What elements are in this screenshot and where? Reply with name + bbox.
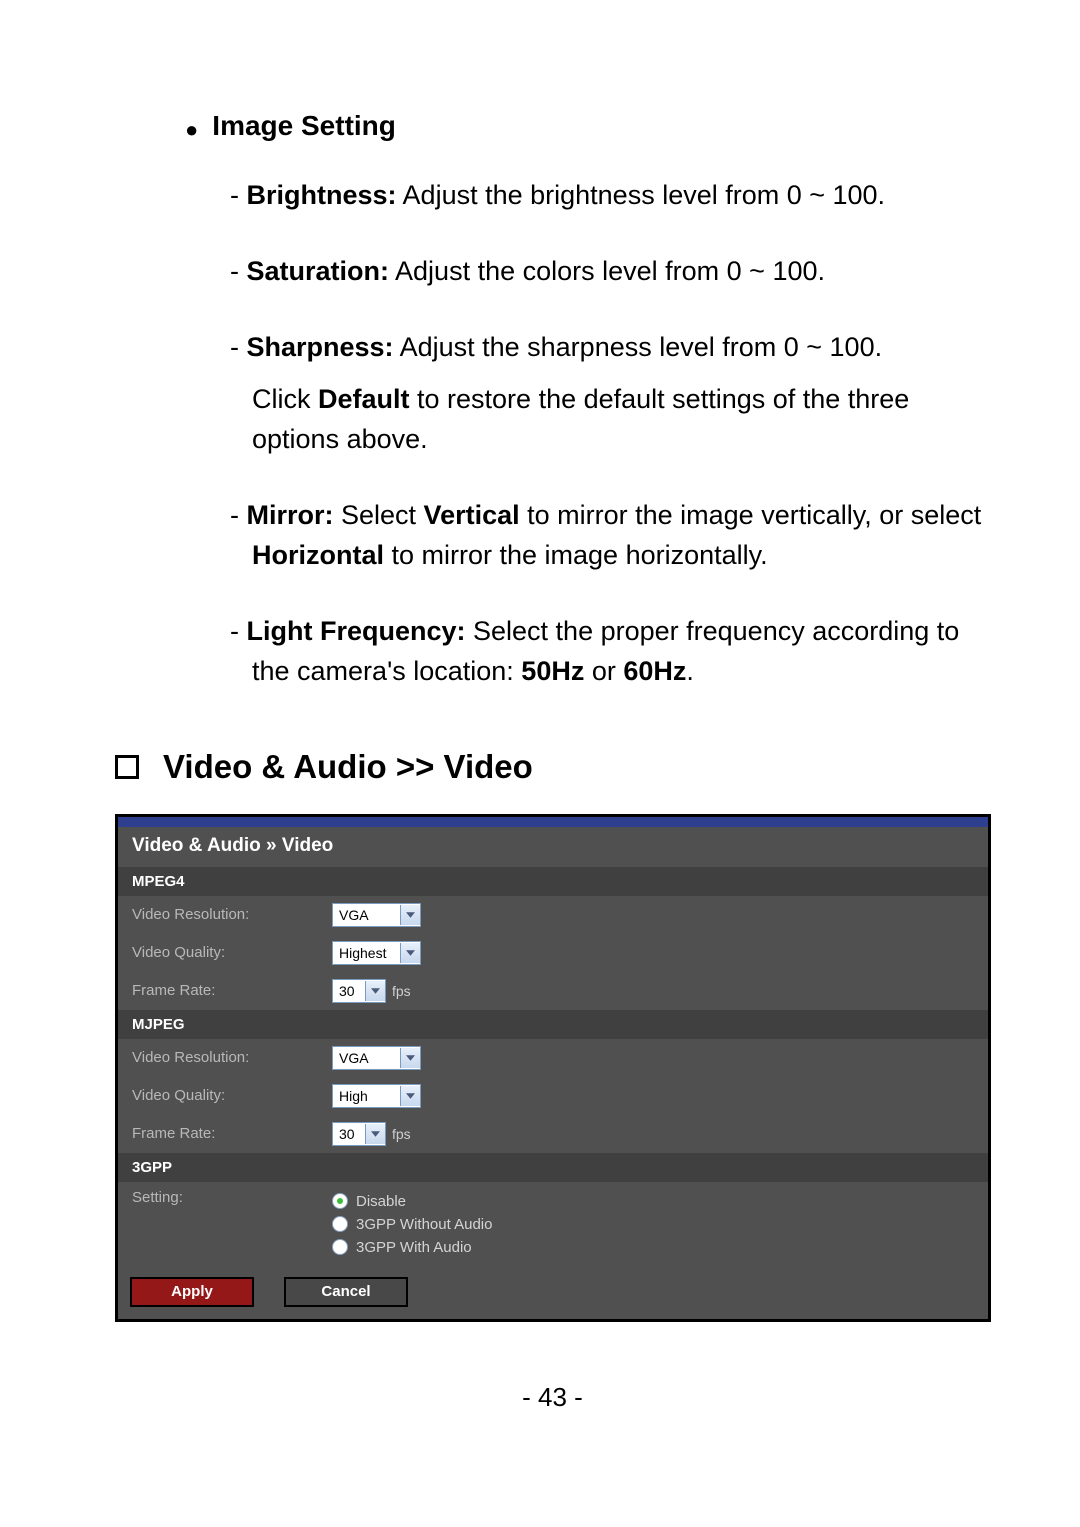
chevron-down-icon[interactable] [400,905,420,925]
mirror-item: - Mirror: Select Vertical to mirror the … [230,496,990,576]
saturation-text: Adjust the colors level from 0 ~ 100. [389,256,825,286]
radio-disable[interactable]: Disable [332,1193,492,1210]
panel-accent-bar [118,817,988,827]
bullet-disc-icon: ● [185,119,198,141]
default-note-a: Click [252,384,318,414]
radio-icon [332,1193,348,1209]
3gpp-setting-row: Setting: Disable 3GPP Without Audio 3GPP… [118,1182,988,1267]
video-audio-heading-row: Video & Audio >> Video [115,748,990,786]
mpeg4-band: MPEG4 [118,867,988,896]
3gpp-setting-label: Setting: [128,1189,332,1206]
chevron-down-icon[interactable] [400,1048,420,1068]
video-audio-heading: Video & Audio >> Video [163,748,533,786]
mjpeg-resolution-label: Video Resolution: [128,1049,332,1066]
video-settings-panel: Video & Audio » Video MPEG4 Video Resolu… [115,814,991,1322]
radio-3gpp-with-audio[interactable]: 3GPP With Audio [332,1239,492,1256]
brightness-text: Adjust the brightness level from 0 ~ 100… [397,180,886,210]
mjpeg-quality-label: Video Quality: [128,1087,332,1104]
mpeg4-quality-value: Highest [333,945,400,961]
chevron-down-icon[interactable] [400,943,420,963]
brightness-item: - Brightness: Adjust the brightness leve… [230,176,990,216]
brightness-label: Brightness: [247,180,397,210]
image-setting-title: Image Setting [212,110,396,142]
mpeg4-resolution-value: VGA [333,907,400,923]
mjpeg-resolution-value: VGA [333,1050,400,1066]
mpeg4-frame-label: Frame Rate: [128,982,332,999]
radio-icon [332,1216,348,1232]
mjpeg-frame-label: Frame Rate: [128,1125,332,1142]
chevron-down-icon[interactable] [400,1086,420,1106]
mjpeg-band: MJPEG [118,1010,988,1039]
mjpeg-resolution-select[interactable]: VGA [332,1046,421,1070]
mpeg4-quality-select[interactable]: Highest [332,941,421,965]
sharpness-item: - Sharpness: Adjust the sharpness level … [230,328,990,460]
image-setting-heading: ● Image Setting [185,110,990,142]
mpeg4-resolution-row: Video Resolution: VGA [118,896,988,934]
mpeg4-resolution-label: Video Resolution: [128,906,332,923]
radio-3gpp-without-audio[interactable]: 3GPP Without Audio [332,1216,492,1233]
default-note-b: Default [318,384,410,414]
mpeg4-frame-row: Frame Rate: 30 fps [118,972,988,1010]
apply-button[interactable]: Apply [130,1277,254,1307]
lightfreq-label: Light Frequency: [247,616,466,646]
mjpeg-frame-select[interactable]: 30 [332,1122,386,1146]
mirror-label: Mirror: [247,500,334,530]
light-frequency-item: - Light Frequency: Select the proper fre… [230,612,990,692]
cancel-button[interactable]: Cancel [284,1277,408,1307]
mjpeg-frame-value: 30 [333,1126,365,1142]
saturation-label: Saturation: [247,256,390,286]
sharpness-label: Sharpness: [247,332,394,362]
chevron-down-icon[interactable] [365,981,385,1001]
mjpeg-quality-select[interactable]: High [332,1084,421,1108]
3gpp-band: 3GPP [118,1153,988,1182]
saturation-item: - Saturation: Adjust the colors level fr… [230,252,990,292]
mpeg4-resolution-select[interactable]: VGA [332,903,421,927]
button-bar: Apply Cancel [118,1267,988,1319]
mjpeg-frame-row: Frame Rate: 30 fps [118,1115,988,1153]
mpeg4-frame-select[interactable]: 30 [332,979,386,1003]
mpeg4-quality-label: Video Quality: [128,944,332,961]
radio-icon [332,1239,348,1255]
page-number: - 43 - [115,1382,990,1413]
panel-title: Video & Audio » Video [118,827,988,867]
mjpeg-quality-value: High [333,1088,400,1104]
mpeg4-frame-unit: fps [392,983,411,999]
chevron-down-icon[interactable] [365,1124,385,1144]
square-bullet-icon [115,755,139,779]
sharpness-text: Adjust the sharpness level from 0 ~ 100. [394,332,883,362]
mjpeg-frame-unit: fps [392,1126,411,1142]
radio-with-audio-label: 3GPP With Audio [356,1239,472,1256]
mjpeg-resolution-row: Video Resolution: VGA [118,1039,988,1077]
mjpeg-quality-row: Video Quality: High [118,1077,988,1115]
mpeg4-frame-value: 30 [333,983,365,999]
radio-without-audio-label: 3GPP Without Audio [356,1216,492,1233]
mpeg4-quality-row: Video Quality: Highest [118,934,988,972]
radio-disable-label: Disable [356,1193,406,1210]
